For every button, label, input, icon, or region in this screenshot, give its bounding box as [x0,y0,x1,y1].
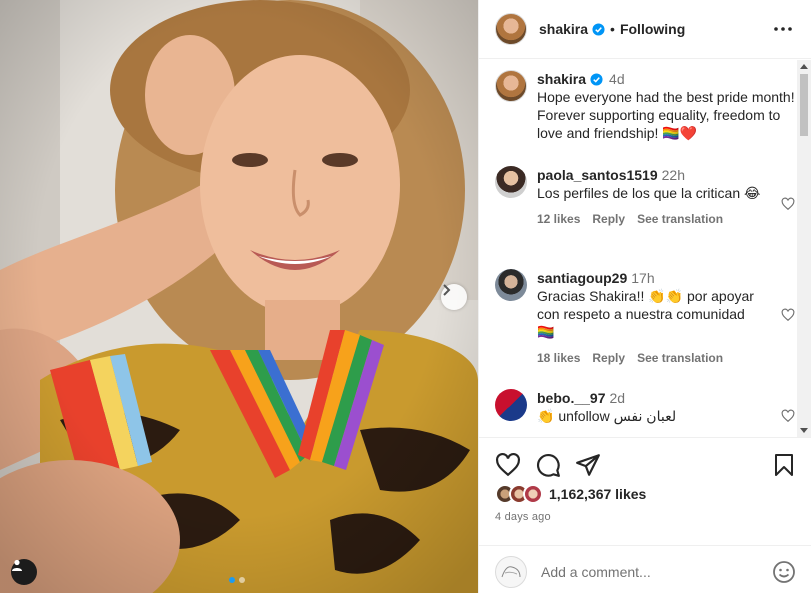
comment-text: Los perfiles de los que la critican 😂 [537,185,761,201]
comments-list[interactable]: shakira 4d Hope everyone had the best pri… [479,60,798,437]
comment-time[interactable]: 17h [631,270,654,286]
post-photo[interactable] [0,0,478,593]
commenter-avatar[interactable] [495,269,527,301]
liker-avatar [523,484,543,504]
header-separator: • [610,21,615,37]
post-header: shakira • Following [479,0,811,59]
comment-composer [479,545,811,593]
carousel-indicator [229,577,245,583]
scroll-down-arrow[interactable] [800,428,808,433]
following-button[interactable]: Following [620,21,685,37]
post-side-panel: shakira • Following shakira 4d Hope every… [478,0,811,593]
author-avatar[interactable] [495,13,527,45]
photo-illustration [0,0,478,593]
bookmark-icon[interactable] [772,452,796,478]
caption-time[interactable]: 4d [609,71,625,87]
comment-item: paola_santos1519 22h Los perfiles de los … [495,166,795,228]
comment-username[interactable]: paola_santos1519 [537,167,658,183]
comment-text: Gracias Shakira!! 👏👏 por apoyar con resp… [537,288,754,340]
commenter-avatar[interactable] [495,166,527,198]
comment-time[interactable]: 2d [609,390,625,406]
author-username[interactable]: shakira [539,21,588,37]
caption-avatar[interactable] [495,70,527,102]
heart-icon[interactable] [781,409,795,423]
comment-likes[interactable]: 12 likes [537,210,580,228]
more-options-icon [774,27,792,31]
comment-username[interactable]: bebo.__97 [537,390,605,406]
likes-summary[interactable]: 1,162,367 likes [495,484,646,504]
heart-icon[interactable] [781,197,795,211]
scroll-up-arrow[interactable] [800,64,808,69]
sketch-avatar-icon [497,558,525,586]
reply-button[interactable]: Reply [592,349,625,367]
user-tag-icon [12,559,22,571]
verified-badge-icon [590,73,603,86]
comment-likes[interactable]: 18 likes [537,349,580,367]
tagged-users-button[interactable] [11,559,37,585]
comment-time[interactable]: 22h [662,167,685,183]
scroll-thumb[interactable] [800,74,808,136]
share-icon[interactable] [575,452,601,478]
caption-text: Hope everyone had the best pride month! … [537,89,795,141]
comment-username[interactable]: santiagoup29 [537,270,627,286]
current-user-avatar [495,556,527,588]
post-timestamp[interactable]: 4 days ago [495,511,551,523]
comment-text: 👏 unfollow لعبان نفس [537,408,677,424]
comment-icon[interactable] [535,452,561,478]
reply-button[interactable]: Reply [592,210,625,228]
comment-input[interactable] [541,564,772,580]
heart-icon[interactable] [781,308,795,322]
comment-item: bebo.__97 2d 👏 unfollow لعبان نفس [495,389,795,425]
comments-scrollbar[interactable] [797,60,811,437]
verified-badge-icon [592,22,605,36]
see-translation-button[interactable]: See translation [637,349,723,367]
carousel-dot [239,577,245,583]
commenter-avatar[interactable] [495,389,527,421]
heart-icon[interactable] [495,452,521,478]
comment-item: santiagoup29 17h Gracias Shakira!! 👏👏 por… [495,269,795,367]
caption-username[interactable]: shakira [537,71,586,87]
likes-count[interactable]: 1,162,367 likes [549,486,646,502]
carousel-dot-active [229,577,235,583]
more-options-button[interactable] [771,17,795,41]
see-translation-button[interactable]: See translation [637,210,723,228]
caption: shakira 4d Hope everyone had the best pri… [495,70,795,142]
chevron-right-icon [443,284,451,296]
post-actions-section: 1,162,367 likes 4 days ago [479,437,811,593]
emoji-icon[interactable] [772,560,796,584]
action-icons [495,452,796,478]
next-slide-button[interactable] [441,284,467,310]
